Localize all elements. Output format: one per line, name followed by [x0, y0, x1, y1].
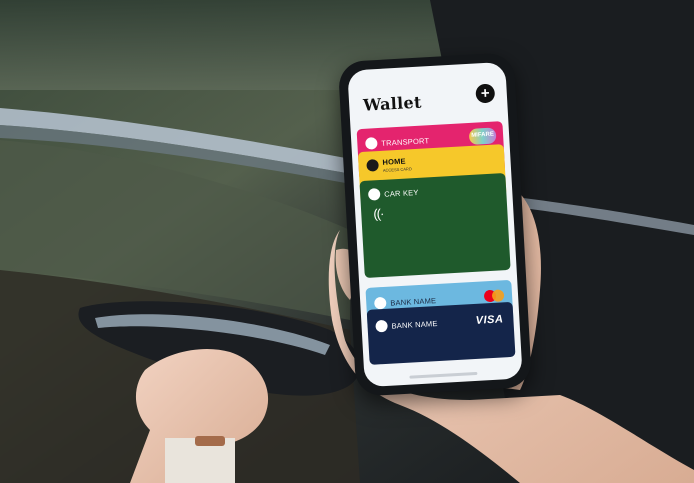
- photo-scene: Wallet + TRANSPORT MIFARE HOME ACCESS CA…: [0, 0, 694, 483]
- bank-icon: [375, 319, 388, 333]
- phone-screen: Wallet + TRANSPORT MIFARE HOME ACCESS CA…: [347, 61, 523, 388]
- contactless-icon: ((·: [372, 205, 384, 222]
- bank-card-2-label: BANK NAME: [391, 319, 438, 331]
- home-card-label: HOME: [382, 156, 406, 167]
- visa-logo: VISA: [475, 313, 504, 327]
- car-key-card[interactable]: CAR KEY ((·: [359, 172, 511, 278]
- mifare-logo: MIFARE: [468, 127, 497, 145]
- transport-card-label: TRANSPORT: [381, 136, 430, 148]
- car-key-card-label: CAR KEY: [383, 187, 419, 199]
- bank-icon: [373, 296, 387, 310]
- car-icon: [367, 188, 381, 201]
- train-icon: [365, 137, 378, 150]
- add-icon: +: [480, 84, 491, 103]
- bank-card-visa[interactable]: BANK NAME VISA: [366, 301, 516, 365]
- home-card-sublabel: ACCESS CARD: [382, 166, 412, 173]
- add-card-button[interactable]: +: [475, 83, 496, 104]
- house-icon: [366, 159, 379, 172]
- home-indicator[interactable]: [409, 371, 478, 379]
- wallet-title: Wallet: [362, 92, 423, 115]
- smartphone: Wallet + TRANSPORT MIFARE HOME ACCESS CA…: [337, 52, 533, 397]
- mastercard-logo: [483, 289, 505, 303]
